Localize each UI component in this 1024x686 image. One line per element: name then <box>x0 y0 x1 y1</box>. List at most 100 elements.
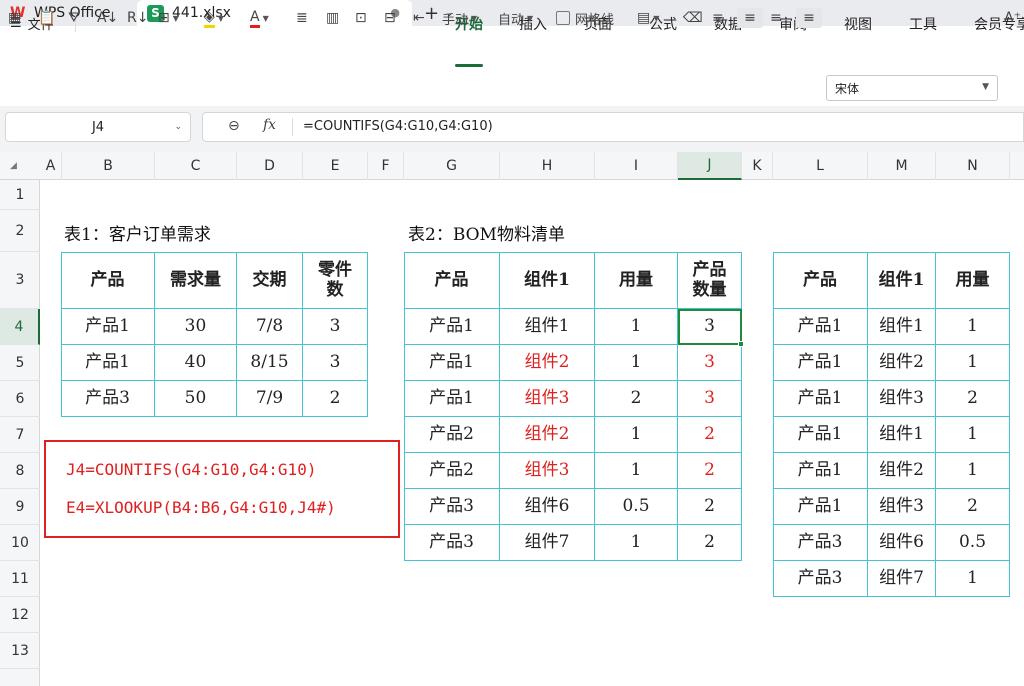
table-cell[interactable]: 产品3 <box>404 525 500 561</box>
table-cell[interactable]: 0.5 <box>595 489 678 525</box>
align-middle-icon[interactable]: ≡ <box>796 8 822 28</box>
border-button[interactable]: ⊞ ▼ <box>158 8 179 28</box>
table-cell[interactable]: 1 <box>595 525 678 561</box>
row-header-13[interactable]: 13 <box>0 633 40 669</box>
table-cell[interactable]: 产品3 <box>404 489 500 525</box>
column-header-h[interactable]: H <box>500 152 595 180</box>
row-header-12[interactable]: 12 <box>0 597 40 633</box>
table-cell[interactable]: 产品1 <box>773 417 868 453</box>
sort-asc-icon[interactable]: A↓ <box>97 8 118 28</box>
table-cell[interactable]: 2 <box>678 525 742 561</box>
table-cell[interactable]: 产品1 <box>61 309 155 345</box>
row-header-2[interactable]: 2 <box>0 210 40 252</box>
table-cell[interactable]: 产品1 <box>773 309 868 345</box>
table-cell[interactable]: 组件7 <box>868 561 936 597</box>
table-cell[interactable]: 3 <box>303 345 368 381</box>
row-header-9[interactable]: 9 <box>0 489 40 525</box>
table-cell[interactable]: 1 <box>595 453 678 489</box>
row-header-8[interactable]: 8 <box>0 453 40 489</box>
table-cell[interactable]: 3 <box>303 309 368 345</box>
table-cell[interactable]: 1 <box>595 345 678 381</box>
table-cell[interactable]: 40 <box>155 345 237 381</box>
table-cell[interactable]: 1 <box>936 309 1010 345</box>
table-cell[interactable]: 组件3 <box>500 453 595 489</box>
table-cell[interactable]: 组件2 <box>500 417 595 453</box>
table-cell[interactable]: 组件1 <box>868 309 936 345</box>
table-cell[interactable]: 产品2 <box>404 453 500 489</box>
table-cell[interactable]: 产品1 <box>404 381 500 417</box>
table-cell[interactable]: 2 <box>303 381 368 417</box>
column-header-f[interactable]: F <box>368 152 404 180</box>
table-cell[interactable]: 产品1 <box>404 309 500 345</box>
table-header[interactable]: 用量 <box>595 252 678 309</box>
auto-calc-button[interactable]: 自动 ▼ <box>498 8 533 28</box>
fx-icon[interactable]: fx <box>263 117 276 133</box>
column-header-m[interactable]: M <box>868 152 936 180</box>
column-header-i[interactable]: I <box>595 152 678 180</box>
table-cell[interactable]: 1 <box>595 417 678 453</box>
gridlines-checkbox[interactable]: 网格线 <box>556 8 614 28</box>
table-cell[interactable]: 0.5 <box>936 525 1010 561</box>
table-header[interactable]: 产品数量 <box>678 252 742 309</box>
column-header-n[interactable]: N <box>936 152 1010 180</box>
table-cell[interactable]: 组件2 <box>868 345 936 381</box>
row-header-11[interactable]: 11 <box>0 561 40 597</box>
table-cell[interactable]: 50 <box>155 381 237 417</box>
table-cell[interactable]: 产品1 <box>61 345 155 381</box>
table-cell[interactable]: 组件6 <box>500 489 595 525</box>
fill-color-button[interactable]: ◈ ▼ <box>204 8 224 28</box>
table-cell[interactable]: 组件3 <box>868 489 936 525</box>
align-left-icon[interactable]: ≡ <box>712 8 724 28</box>
column-header-d[interactable]: D <box>237 152 303 180</box>
column-header-a[interactable]: A <box>40 152 62 180</box>
column-header-k[interactable]: K <box>742 152 773 180</box>
table-cell[interactable]: 产品3 <box>773 525 868 561</box>
menu-item-tools[interactable]: 工具 <box>909 14 937 34</box>
table-cell[interactable]: 3 <box>678 381 742 417</box>
table-header[interactable]: 零件数 <box>303 252 368 309</box>
filter-icon[interactable]: ⛛ <box>68 8 80 28</box>
table-cell[interactable]: 8/15 <box>237 345 303 381</box>
cell-style-button[interactable]: ▤ ▼ <box>637 8 659 28</box>
table-cell[interactable]: 组件2 <box>868 453 936 489</box>
table-cell[interactable]: 组件3 <box>500 381 595 417</box>
table-cell[interactable]: 组件6 <box>868 525 936 561</box>
row-header-3[interactable]: 3 <box>0 252 40 309</box>
merge-icon[interactable]: ⊡ <box>355 8 367 28</box>
columns-icon[interactable]: ▥ <box>326 8 339 28</box>
table-header[interactable]: 产品 <box>61 252 155 309</box>
table-cell[interactable]: 30 <box>155 309 237 345</box>
table-cell[interactable]: 1 <box>936 561 1010 597</box>
table-cell[interactable]: 2 <box>936 381 1010 417</box>
select-all-icon[interactable]: ◢ <box>10 161 17 171</box>
freeze-icon[interactable]: ⇤ <box>413 8 425 28</box>
formula-text[interactable]: =COUNTIFS(G4:G10,G4:G10) <box>303 119 493 134</box>
menu-item-view[interactable]: 视图 <box>844 14 872 34</box>
table-cell[interactable]: 2 <box>678 453 742 489</box>
table-cell[interactable]: 组件7 <box>500 525 595 561</box>
row-header-10[interactable]: 10 <box>0 525 40 561</box>
table-cell[interactable]: 2 <box>936 489 1010 525</box>
table-header[interactable]: 产品 <box>404 252 500 309</box>
paste-format-icon[interactable]: 📋 <box>38 8 55 28</box>
manual-calc-button[interactable]: 手动 ▼ <box>442 8 477 28</box>
align-right-icon[interactable]: ≡ <box>770 8 782 28</box>
column-header-c[interactable]: C <box>155 152 237 180</box>
table-cell[interactable]: 产品1 <box>773 345 868 381</box>
column-header-b[interactable]: B <box>62 152 155 180</box>
column-header-e[interactable]: E <box>303 152 368 180</box>
table-header[interactable]: 需求量 <box>155 252 237 309</box>
zoom-icon[interactable]: ⊖ <box>228 118 240 134</box>
row-header-6[interactable]: 6 <box>0 381 40 417</box>
row-header-4[interactable]: 4 <box>0 309 40 345</box>
table1-caption[interactable]: 表1：客户订单需求 <box>64 220 211 245</box>
table-cell[interactable]: 7/8 <box>237 309 303 345</box>
column-header-j[interactable]: J <box>678 152 742 180</box>
table-cell[interactable]: 组件1 <box>500 309 595 345</box>
table-header[interactable]: 产品 <box>773 252 868 309</box>
row-header-1[interactable]: 1 <box>0 180 40 210</box>
table-cell[interactable]: 2 <box>678 417 742 453</box>
table-cell[interactable]: 1 <box>936 453 1010 489</box>
column-header-g[interactable]: G <box>404 152 500 180</box>
table-header[interactable]: 用量 <box>936 252 1010 309</box>
